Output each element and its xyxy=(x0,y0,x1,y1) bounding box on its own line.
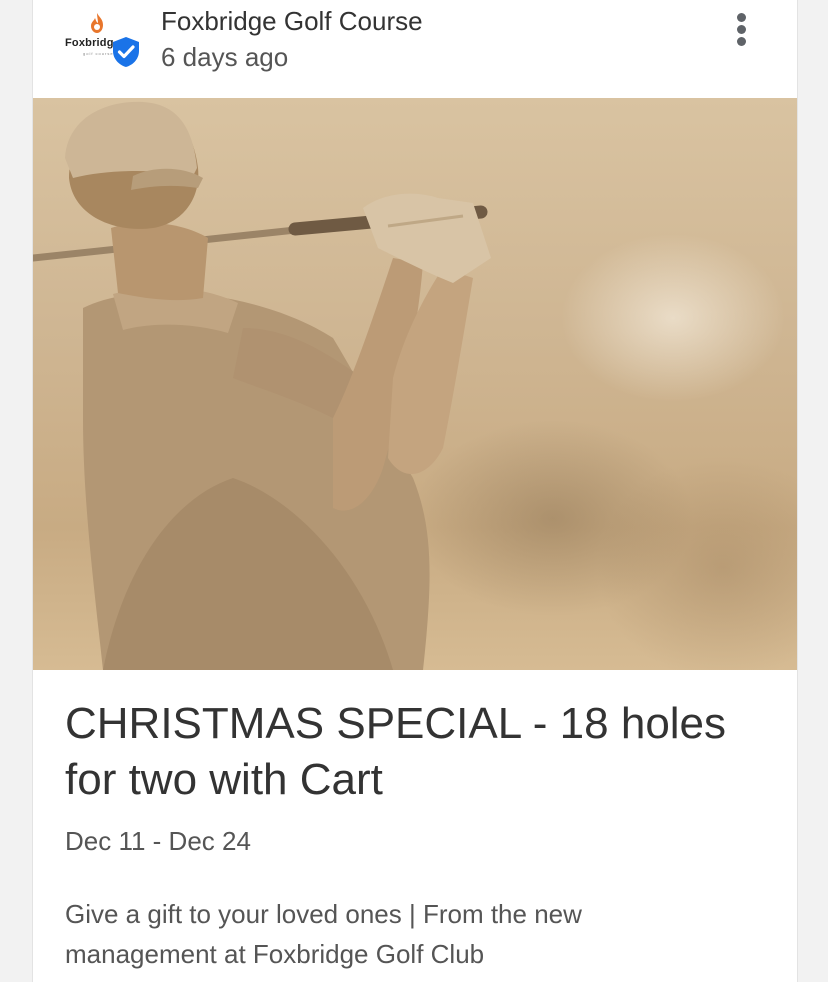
logo-subtext: golf course xyxy=(83,51,114,56)
more-vert-icon xyxy=(736,13,746,22)
offer-dates: Dec 11 - Dec 24 xyxy=(65,826,251,856)
post-image[interactable] xyxy=(33,98,797,670)
flame-logo-icon xyxy=(91,13,103,33)
post-description: Give a gift to your loved ones | From th… xyxy=(65,899,582,969)
post-title: CHRISTMAS SPECIAL - 18 holes for two wit… xyxy=(65,699,727,804)
page-name-link[interactable]: Foxbridge Golf Course xyxy=(161,6,423,37)
golfer-photo xyxy=(33,101,491,670)
post-timestamp: 6 days ago xyxy=(161,42,289,72)
logo-wordmark: Foxbridg xyxy=(65,37,114,49)
post-header: Foxbridg golf course Foxbridge Golf Cour… xyxy=(33,0,797,98)
more-options-button[interactable] xyxy=(727,10,755,50)
avatar[interactable]: Foxbridg golf course xyxy=(61,10,151,72)
post-card: Foxbridg golf course Foxbridge Golf Cour… xyxy=(32,0,798,982)
verified-badge-icon xyxy=(113,37,139,67)
